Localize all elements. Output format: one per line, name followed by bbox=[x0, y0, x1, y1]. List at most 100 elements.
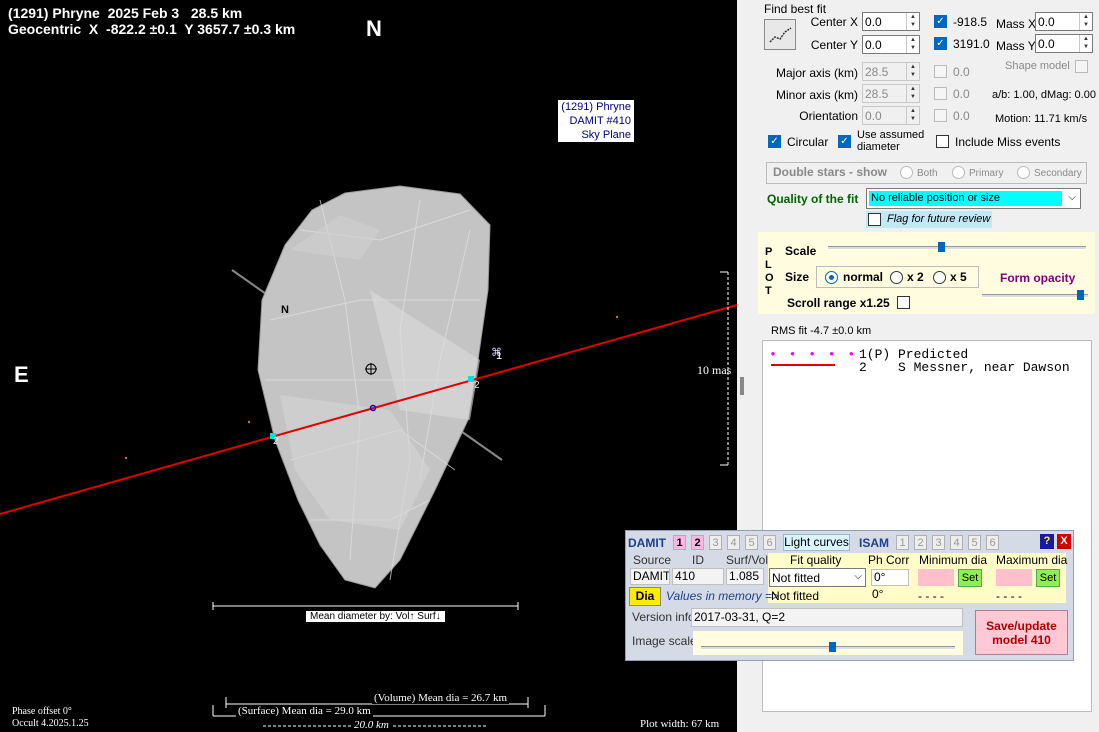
scroll-range-checkbox[interactable] bbox=[897, 296, 910, 309]
plot-width: Plot width: 67 km bbox=[640, 718, 720, 730]
damit-model-2-button[interactable]: 2 bbox=[691, 535, 704, 550]
occult-version: Occult 4.2025.1.25 bbox=[12, 718, 89, 729]
chevron-down-icon: ⌵ bbox=[854, 571, 862, 582]
size-normal-radio[interactable] bbox=[825, 271, 838, 284]
y-checked-value: 3191.0 bbox=[953, 37, 990, 51]
volume-mean-dia: (Volume) Mean dia = 26.7 km bbox=[372, 692, 510, 704]
isam-label: ISAM bbox=[859, 536, 889, 550]
version-info-label: Version info bbox=[632, 610, 695, 624]
minor-axis-label: Minor axis (km) bbox=[775, 88, 858, 102]
form-opacity-slider-thumb[interactable] bbox=[1077, 290, 1085, 300]
max-dia-field[interactable] bbox=[996, 569, 1032, 586]
chart-icon bbox=[769, 27, 792, 43]
double-both-radio[interactable] bbox=[900, 166, 913, 179]
damit-window[interactable]: DAMIT 123456 Light curves ISAM 123456 ? … bbox=[625, 530, 1074, 661]
mean-diameter-by[interactable]: Mean diameter by: Vol↑ Surf↓ bbox=[306, 611, 445, 622]
isam-model-2-button[interactable]: 2 bbox=[914, 535, 927, 550]
double-secondary-radio[interactable] bbox=[1017, 166, 1030, 179]
size-x2-radio[interactable] bbox=[890, 271, 903, 284]
double-stars-label: Double stars - show bbox=[773, 165, 888, 179]
light-curves-button[interactable]: Light curves bbox=[783, 534, 850, 551]
close-icon[interactable]: X bbox=[1057, 534, 1071, 549]
min-dia-field[interactable] bbox=[918, 569, 954, 586]
orientation-fix-checkbox[interactable] bbox=[934, 109, 947, 122]
flag-review-checkbox[interactable] bbox=[868, 213, 881, 226]
size-x5-label: x 5 bbox=[950, 270, 967, 284]
isam-model-3-button[interactable]: 3 bbox=[932, 535, 945, 550]
orientation-input[interactable]: 0.0 ▲ ▼ bbox=[862, 106, 920, 125]
legend-observer-text: 2 S Messner, near Dawson bbox=[859, 360, 1070, 375]
y-fix-checkbox[interactable]: ✓ bbox=[934, 37, 947, 50]
major-axis-label: Major axis (km) bbox=[775, 66, 858, 80]
damit-model-6-button[interactable]: 6 bbox=[763, 535, 776, 550]
major-check-value: 0.0 bbox=[953, 65, 970, 79]
image-scale-slider[interactable] bbox=[693, 631, 963, 655]
find-best-fit-label: Find best fit bbox=[764, 2, 827, 16]
image-scale-slider-thumb[interactable] bbox=[829, 642, 837, 652]
minor-axis-input[interactable]: 28.5 ▲ ▼ bbox=[862, 84, 920, 103]
damit-model-3-button[interactable]: 3 bbox=[709, 535, 722, 550]
chord-label-1: 1 bbox=[496, 350, 503, 362]
help-icon[interactable]: ? bbox=[1040, 534, 1054, 549]
include-miss-checkbox[interactable] bbox=[936, 135, 949, 148]
save-update-model-button[interactable]: Save/update model 410 bbox=[975, 610, 1068, 655]
legend-predicted-marker: • • • • • bbox=[769, 347, 858, 362]
scale-slider[interactable] bbox=[828, 242, 1086, 260]
source-field[interactable]: DAMIT bbox=[630, 568, 670, 585]
size-x2-label: x 2 bbox=[907, 270, 924, 284]
motion: Motion: 11.71 km/s bbox=[995, 113, 1088, 125]
form-opacity-slider[interactable] bbox=[982, 290, 1088, 308]
include-miss-label: Include Miss events bbox=[955, 135, 1061, 149]
size-label: Size bbox=[785, 270, 810, 284]
scale-mas-label: 10 mas bbox=[697, 363, 732, 377]
scroll-range-label: Scroll range x1.25 bbox=[787, 296, 890, 310]
circular-checkbox[interactable]: ✓ bbox=[768, 135, 781, 148]
chord-label-2a: 2 bbox=[474, 380, 480, 391]
fit-quality-value: Not fitted bbox=[772, 571, 821, 585]
flag-review-label: Flag for future review bbox=[887, 213, 991, 225]
rms-fit: RMS fit -4.7 ±0.0 km bbox=[771, 325, 872, 337]
isam-model-5-button[interactable]: 5 bbox=[968, 535, 981, 550]
version-info-field[interactable]: 2017-03-31, Q=2 bbox=[691, 608, 963, 627]
fit-quality-header: Fit quality bbox=[790, 553, 842, 567]
pole-label: N bbox=[281, 304, 289, 316]
circular-label: Circular bbox=[787, 135, 829, 149]
x-fix-checkbox[interactable]: ✓ bbox=[934, 15, 947, 28]
size-x5-radio[interactable] bbox=[933, 271, 946, 284]
ph-corr-field[interactable]: 0° bbox=[871, 569, 909, 586]
shape-model-checkbox[interactable] bbox=[1075, 60, 1088, 73]
center-x-input[interactable]: 0.0 ▲ ▼ bbox=[862, 12, 920, 31]
ph-corr-header: Ph Corr bbox=[868, 553, 910, 567]
center-y-input[interactable]: 0.0 ▲ ▼ bbox=[862, 35, 920, 54]
scale-slider-thumb[interactable] bbox=[938, 242, 946, 252]
minor-fix-checkbox[interactable] bbox=[934, 87, 947, 100]
set-min-dia-button[interactable]: Set bbox=[958, 569, 982, 587]
center-x-label: Center X bbox=[810, 15, 858, 29]
mass-y-input[interactable]: 0.0 ▲ ▼ bbox=[1035, 34, 1093, 53]
fit-quality-dropdown[interactable]: Not fitted ⌵ bbox=[769, 568, 866, 587]
memory-min-dia: - - - - bbox=[918, 589, 944, 603]
set-max-dia-button[interactable]: Set bbox=[1036, 569, 1060, 587]
values-in-memory-label: Values in memory => bbox=[666, 589, 779, 603]
id-field[interactable]: 410 bbox=[672, 568, 724, 585]
damit-model-1-button[interactable]: 1 bbox=[673, 535, 686, 550]
double-primary-radio[interactable] bbox=[952, 166, 965, 179]
major-axis-input[interactable]: 28.5 ▲ ▼ bbox=[862, 62, 920, 81]
isam-model-1-button[interactable]: 1 bbox=[896, 535, 909, 550]
damit-model-5-button[interactable]: 5 bbox=[745, 535, 758, 550]
mass-x-label: Mass X bbox=[996, 17, 1037, 31]
surfvol-field[interactable]: 1.085 bbox=[726, 568, 764, 585]
isam-model-6-button[interactable]: 6 bbox=[986, 535, 999, 550]
scale-label: Scale bbox=[785, 244, 817, 258]
scale-bar-20km: 20.0 km bbox=[352, 719, 391, 731]
damit-model-4-button[interactable]: 4 bbox=[727, 535, 740, 550]
mass-x-input[interactable]: 0.0 ▲ ▼ bbox=[1035, 12, 1093, 31]
find-best-fit-button[interactable] bbox=[764, 19, 796, 50]
major-fix-checkbox[interactable] bbox=[934, 65, 947, 78]
dia-button[interactable]: Dia bbox=[629, 587, 661, 606]
use-assumed-checkbox[interactable]: ✓ bbox=[838, 135, 851, 148]
minor-check-value: 0.0 bbox=[953, 87, 970, 101]
isam-model-4-button[interactable]: 4 bbox=[950, 535, 963, 550]
memory-fit-quality: Not fitted bbox=[771, 589, 820, 603]
quality-dropdown[interactable]: No reliable position or size ⌵ bbox=[866, 188, 1081, 209]
